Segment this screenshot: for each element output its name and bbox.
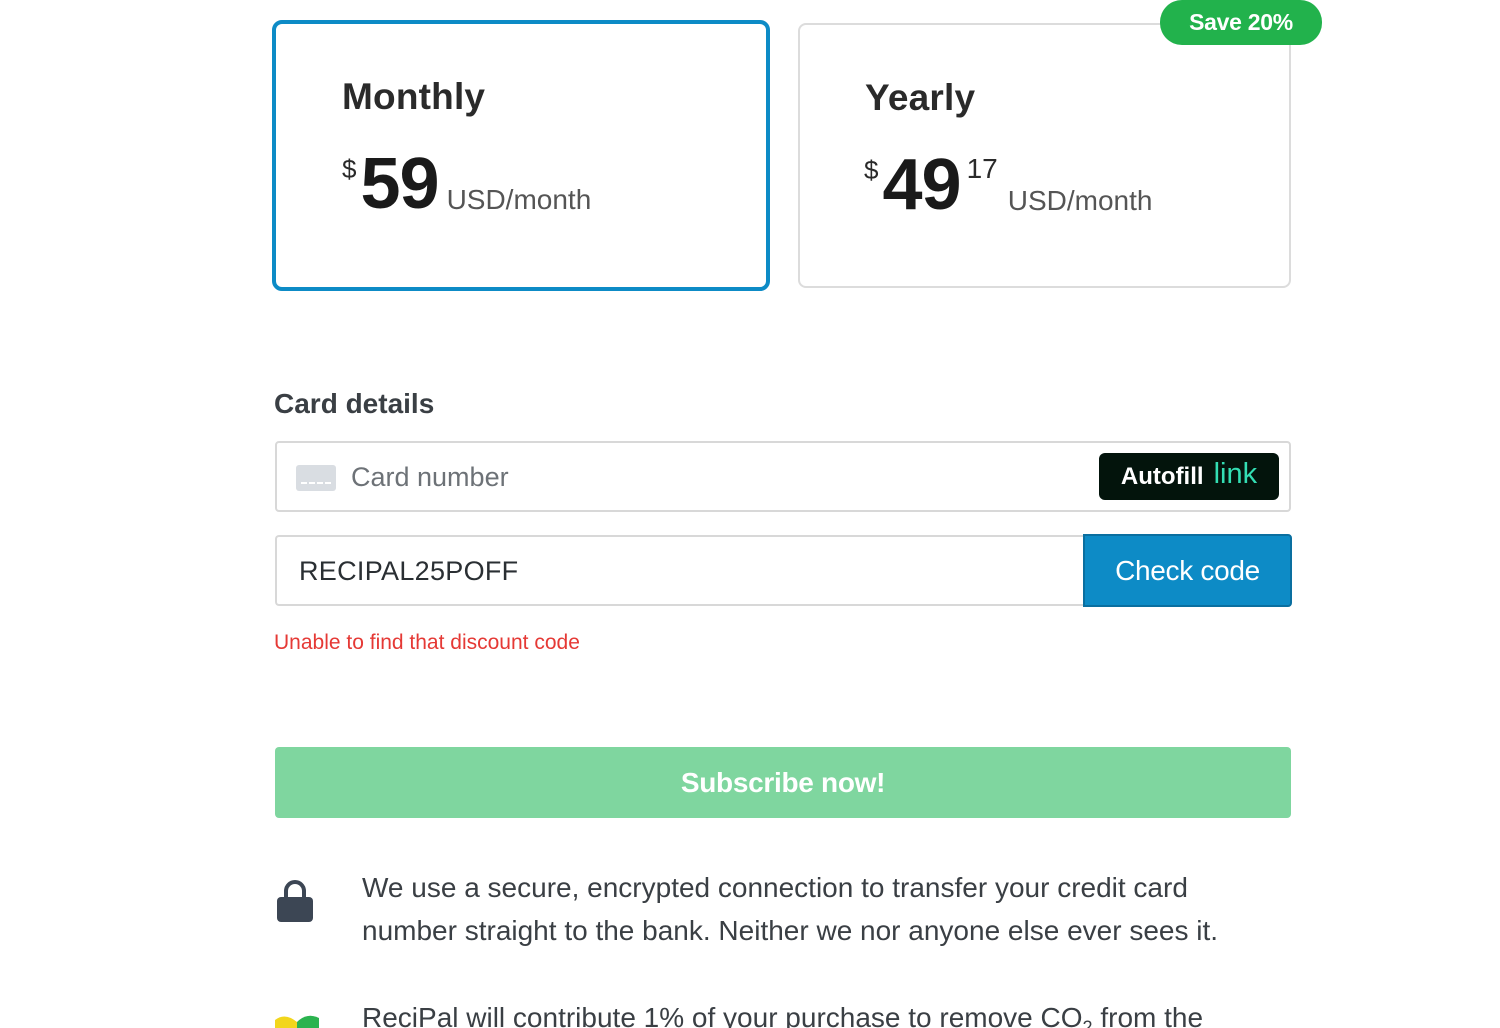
subscribe-button[interactable]: Subscribe now!: [275, 747, 1291, 818]
co2-subscript: 2: [1082, 1017, 1093, 1028]
price-yearly: $ 49 17 USD/month: [864, 143, 1152, 221]
price-amount: 49: [882, 145, 961, 225]
credit-card-icon: [296, 465, 336, 491]
price-currency: $: [864, 155, 879, 185]
link-logo: link: [1213, 458, 1258, 490]
price-unit: USD/month: [1007, 185, 1153, 216]
discount-code-field: [275, 535, 1083, 606]
discount-code-input[interactable]: [297, 537, 1071, 606]
price-currency: $: [342, 154, 357, 184]
discount-error-message: Unable to find that discount code: [274, 631, 580, 654]
card-number-input[interactable]: [349, 443, 1053, 512]
autofill-link-button[interactable]: Autofill link: [1099, 453, 1279, 500]
lock-icon: [277, 880, 313, 922]
save-badge: Save 20%: [1160, 0, 1322, 45]
plan-card-yearly[interactable]: Yearly $ 49 17 USD/month: [798, 23, 1291, 288]
autofill-label: Autofill: [1120, 462, 1204, 490]
plan-name-monthly: Monthly: [342, 76, 486, 117]
co2-info-text: ReciPal will contribute 1% of your purch…: [362, 996, 1262, 1028]
price-unit: USD/month: [446, 184, 592, 215]
check-code-button[interactable]: Check code: [1083, 534, 1292, 607]
price-monthly: $ 59 USD/month: [342, 142, 591, 220]
card-number-field: Autofill link: [275, 441, 1291, 512]
plan-name-yearly: Yearly: [865, 77, 976, 118]
co2-text-suffix: from the: [1092, 1002, 1204, 1028]
card-details-label: Card details: [274, 388, 435, 419]
leaf-icon: [275, 1015, 319, 1028]
co2-text-prefix: ReciPal will contribute 1% of your purch…: [362, 1002, 1083, 1028]
price-amount: 59: [360, 144, 439, 224]
secure-info-text: We use a secure, encrypted connection to…: [362, 872, 1219, 946]
checkout-page: Monthly $ 59 USD/month Yearly $ 49 17 US…: [0, 0, 1500, 1028]
plan-card-monthly[interactable]: Monthly $ 59 USD/month: [272, 20, 770, 291]
price-cents: 17: [966, 153, 998, 184]
